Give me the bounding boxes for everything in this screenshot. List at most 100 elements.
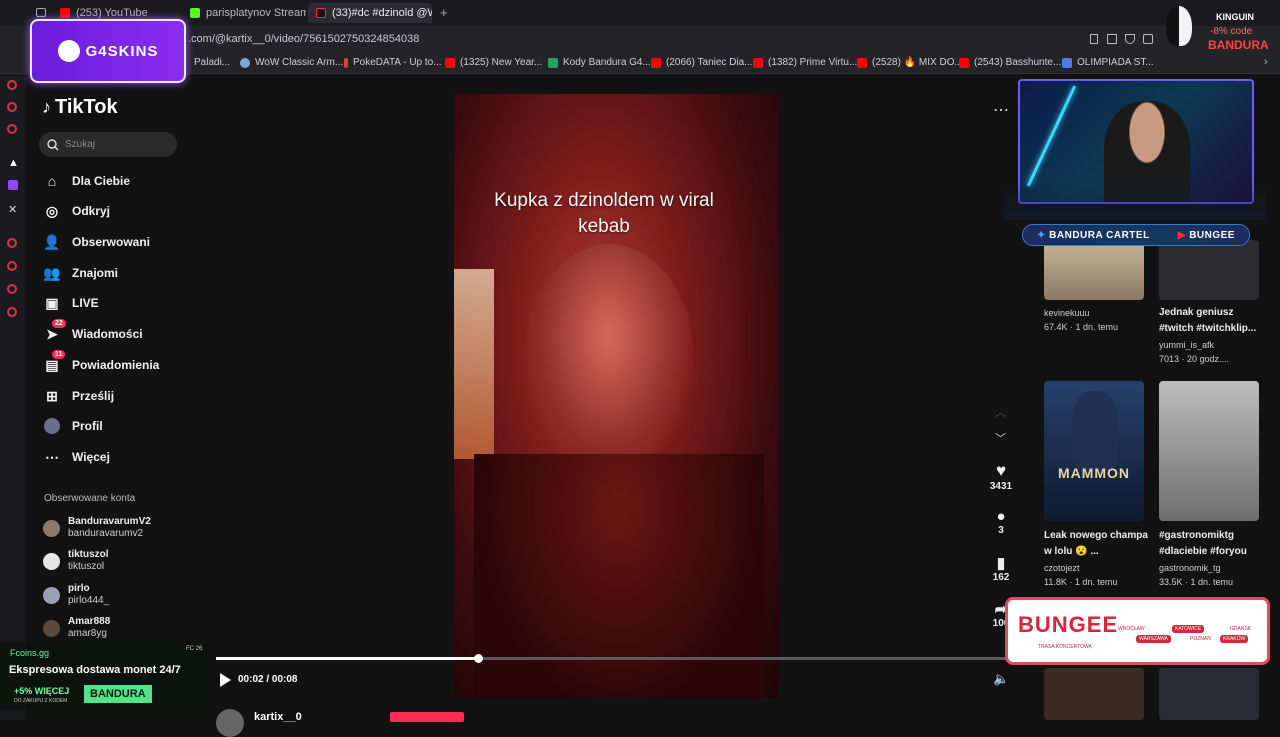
sidebar-app-icon[interactable] (7, 102, 17, 112)
stream-bar-left: BANDURA CARTEL (1049, 229, 1150, 241)
bookmark-item[interactable]: Paladi... (194, 57, 230, 68)
bookmark-item[interactable]: (2066) Taniec Dia... (651, 57, 753, 68)
tab-kick[interactable]: parisplatynov Stream - W (182, 3, 306, 23)
video-author[interactable]: yummi_is_afk (1159, 340, 1214, 350)
bookmark-icon: ▮ (996, 555, 1006, 572)
stream-socials-bar: ✦ BANDURA CARTEL ▶ BUNGEE (1022, 224, 1250, 246)
new-tab-button[interactable]: + (440, 5, 448, 20)
video-caption: Kupka z dzinoldem w viral kebab (494, 190, 714, 237)
snapshot-icon[interactable] (1107, 34, 1117, 44)
fcoins-site: Fcoins.gg (10, 648, 50, 658)
tab-tiktok[interactable]: (33)#dc #dzinold @W (308, 3, 432, 23)
more-icon: ⋯ (45, 448, 59, 465)
workspaces-icon[interactable] (36, 8, 46, 17)
progress-knob[interactable] (474, 654, 484, 663)
following-account[interactable]: BanduravarumV2 banduravarumv2 (43, 516, 151, 540)
bookmark-label: (2066) Taniec Dia... (666, 57, 753, 68)
bookmark-item[interactable]: (1382) Prime Virtu... (753, 57, 857, 68)
bookmarks-more-icon[interactable]: › (1264, 56, 1268, 68)
video-author[interactable]: gastronomik_tg (1159, 563, 1221, 573)
sidebar-app-icon[interactable] (7, 124, 17, 134)
city: KATOWICE (1172, 625, 1205, 633)
bookmark-item[interactable]: (1325) New Year... (445, 57, 542, 68)
bell-icon: ▤ 11 (44, 350, 66, 373)
author-name[interactable]: kartix__0 (254, 711, 302, 723)
nav-live[interactable]: ▣ LIVE (44, 291, 98, 315)
video-thumbnail[interactable] (1159, 240, 1259, 300)
sidebar-app-icon[interactable] (7, 238, 17, 248)
tiktok-sidebar-icon[interactable]: ▲ (8, 157, 19, 169)
bookmark-label: OLIMPIADA ST... (1077, 57, 1154, 68)
tiktok-logo[interactable]: ♪ TikTok (42, 96, 118, 119)
profile-icon (44, 418, 60, 434)
more-options-icon[interactable]: ⋯ (993, 100, 1009, 120)
comment-action[interactable]: ● 3 (986, 508, 1016, 536)
sidebar-app-icon[interactable] (7, 284, 17, 294)
bookmark-item[interactable]: (2528) 🔥 MIX DO... (857, 57, 963, 68)
bookmark-item[interactable]: Kody Bandura G4... (548, 57, 651, 68)
fcoins-bonus-sub: DO ZAKUPU Z KODEM (14, 698, 68, 704)
bookmark-item[interactable]: WoW Classic Arm... (240, 57, 343, 68)
stream-bar-right: BUNGEE (1189, 229, 1235, 241)
settings-icon[interactable] (7, 307, 17, 317)
like-action[interactable]: ♥ 3431 (986, 461, 1016, 492)
sidebar-app-icon[interactable] (7, 261, 17, 271)
following-account[interactable]: Amar888 amar8yg (43, 616, 110, 640)
bungee-logo: BUNGEE (1018, 612, 1119, 637)
url-field[interactable]: .com/@kartix__0/video/756150275032485403… (188, 33, 419, 45)
nav-wiadomosci[interactable]: ➤ 22 Wiadomości (44, 319, 143, 346)
video-thumbnail[interactable]: MAMMON (1044, 381, 1144, 521)
nav-dla-ciebie[interactable]: ⌂ Dla Ciebie (44, 169, 130, 193)
account-name: tiktuszol (68, 549, 109, 560)
video-thumbnail[interactable] (1044, 240, 1144, 300)
video-thumbnail[interactable] (1044, 668, 1144, 720)
nav-znajomi[interactable]: 👥 Znajomi (43, 261, 118, 285)
next-video-icon[interactable]: ﹀ (995, 430, 1006, 446)
search-input[interactable]: Szukaj (39, 132, 177, 157)
bookmark-item[interactable]: OLIMPIADA ST... (1062, 57, 1154, 68)
bookmark-label: (1325) New Year... (460, 57, 543, 68)
bookmark-icon[interactable] (1090, 34, 1098, 44)
volume-icon[interactable]: 🔈 (993, 671, 1009, 687)
shield-icon[interactable] (1125, 34, 1135, 44)
video-title[interactable]: #gastronomiktg #dlaciebie #foryou (1159, 528, 1267, 560)
video-thumbnail[interactable] (1159, 668, 1259, 720)
video-author[interactable]: kevinekuuu (1044, 308, 1090, 318)
save-action[interactable]: ▮ 162 (986, 554, 1016, 583)
doc-icon (1062, 57, 1072, 68)
bookmark-item[interactable]: PokeDATA - Up to... (344, 57, 442, 68)
video-player[interactable] (454, 94, 779, 698)
wow-icon (240, 57, 250, 68)
nav-obserwowani[interactable]: 👤 Obserwowani (43, 230, 150, 254)
video-author[interactable]: czotojezt (1044, 563, 1080, 573)
nav-wiecej[interactable]: ⋯ Więcej (44, 445, 110, 469)
video-title[interactable]: Leak nowego champa w lolu 😮 ... (1044, 528, 1152, 560)
nav-powiadomienia[interactable]: ▤ 11 Powiadomienia (44, 350, 159, 377)
video-thumbnail[interactable] (1159, 381, 1259, 521)
nav-przeslij[interactable]: ⊞ Prześlij (44, 384, 114, 408)
sidebar-app-icon[interactable] (7, 80, 17, 90)
twitch-sidebar-icon[interactable] (8, 180, 18, 190)
nav-profil[interactable]: Profil (44, 414, 103, 438)
avatar (43, 619, 60, 637)
following-account[interactable]: pirlo pirlo444_ (43, 583, 109, 607)
author-avatar[interactable] (216, 709, 244, 737)
play-icon[interactable] (220, 673, 231, 687)
follow-button[interactable] (390, 712, 464, 722)
messages-badge: 22 (52, 319, 66, 328)
extension-icon[interactable] (1143, 34, 1153, 44)
home-icon: ⌂ (47, 173, 57, 189)
x-sidebar-icon[interactable]: ✕ (8, 203, 17, 216)
nav-odkryj[interactable]: ◎ Odkryj (44, 199, 110, 223)
bookmark-item[interactable]: (2543) Basshunte... (959, 57, 1061, 68)
fcoins-text: Ekspresowa dostawa monet 24/7 (9, 664, 181, 676)
bungee-tour-overlay: BUNGEE TRASA KONCERTOWA WROCŁAW KATOWICE… (1005, 597, 1270, 665)
prev-video-icon[interactable]: ︿ (995, 404, 1006, 420)
neon-light (1026, 85, 1077, 187)
tab-label: (33)#dc #dzinold @W (332, 7, 432, 19)
following-account[interactable]: tiktuszol tiktuszol (43, 549, 109, 573)
video-progress-bar[interactable] (216, 654, 1010, 663)
video-title[interactable]: Jednak geniusz #twitch #twitchklip... (1159, 305, 1267, 337)
nav-label: Wiadomości (72, 327, 143, 341)
notifications-badge: 11 (52, 350, 66, 359)
